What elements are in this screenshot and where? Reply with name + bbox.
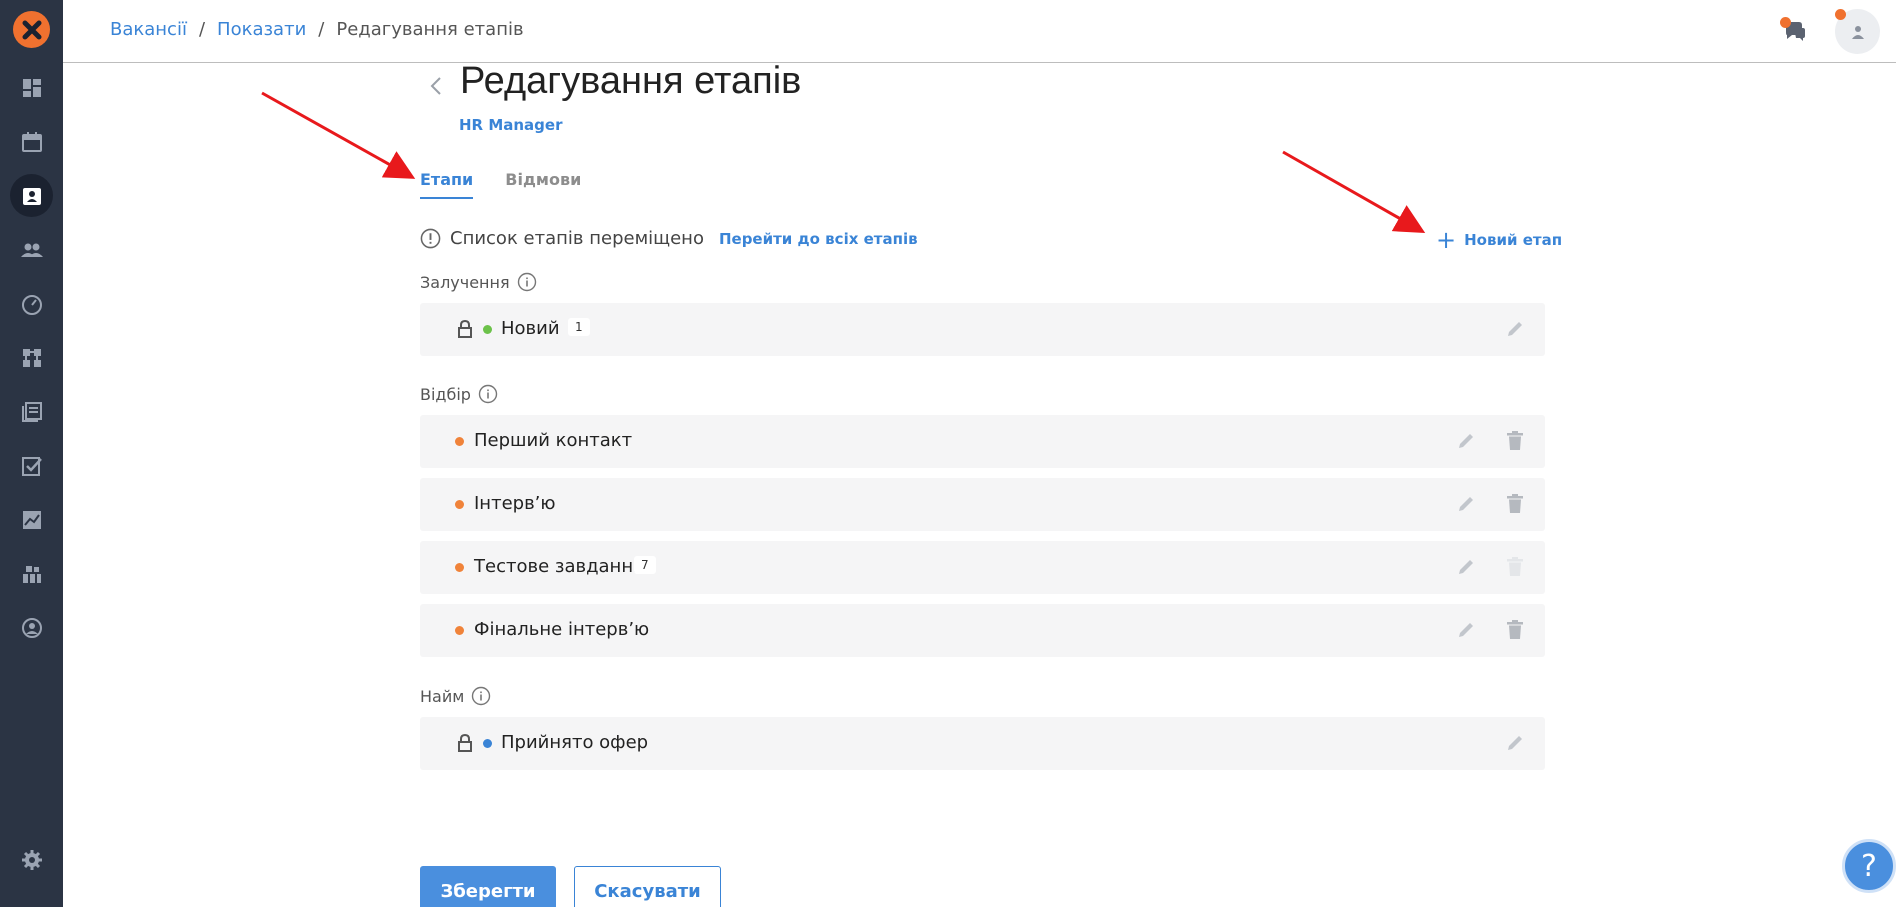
breadcrumb: Вакансії / Показати / Редагування етапів: [110, 19, 524, 40]
stage-label: Перший контакт: [474, 430, 633, 451]
calendar-icon[interactable]: [10, 120, 53, 163]
all-stages-link[interactable]: Перейти до всіх етапів: [719, 230, 918, 248]
tabs: Етапи Відмови: [420, 170, 613, 199]
info-icon[interactable]: [517, 272, 537, 292]
stage-color-dot: [455, 563, 464, 572]
app-logo[interactable]: [13, 11, 50, 48]
pencil-icon[interactable]: [1456, 494, 1476, 514]
group-label-text: Залучення: [420, 272, 510, 292]
library-icon[interactable]: [10, 390, 53, 433]
info-icon[interactable]: [471, 686, 491, 706]
dashboard-icon[interactable]: [10, 66, 53, 109]
pencil-icon[interactable]: [1456, 620, 1476, 640]
candidates-icon[interactable]: [10, 228, 53, 271]
vacancies-icon[interactable]: [10, 174, 53, 217]
stage-label: Новий: [501, 318, 560, 339]
integrations-icon[interactable]: [10, 552, 53, 595]
stage-color-dot: [483, 739, 492, 748]
chat-notification-dot: [1780, 17, 1791, 28]
breadcrumb-show[interactable]: Показати: [217, 19, 306, 40]
breadcrumb-current: Редагування етапів: [336, 19, 524, 40]
analytics-icon[interactable]: [10, 498, 53, 541]
main-content: Редагування етапів HR Manager Етапи Відм…: [0, 0, 1896, 907]
group-label-text: Відбір: [420, 384, 471, 404]
stage-color-dot: [455, 437, 464, 446]
group-label-text: Найм: [420, 686, 465, 706]
save-button[interactable]: Зберегти: [420, 866, 556, 907]
pencil-icon[interactable]: [1456, 431, 1476, 451]
group-label-selection: Відбір: [420, 384, 498, 404]
trash-icon[interactable]: [1506, 431, 1524, 451]
plus-icon: +: [1436, 226, 1457, 254]
stage-count-badge: 7: [634, 556, 656, 574]
lock-icon: [458, 733, 472, 752]
back-chevron-icon[interactable]: [425, 74, 447, 98]
exclamation-icon: [420, 228, 441, 249]
new-stage-label: Новий етап: [1464, 231, 1563, 249]
chat-icon[interactable]: [1780, 17, 1809, 45]
avatar-notification-dot: [1835, 9, 1846, 20]
stage-row-test-task[interactable]: Тестове завдання 7: [420, 541, 1545, 594]
page-subtitle[interactable]: HR Manager: [459, 116, 562, 134]
speedometer-icon[interactable]: [10, 282, 53, 325]
trash-icon[interactable]: [1506, 494, 1524, 514]
stage-label: Фінальне інтерв’ю: [474, 619, 650, 640]
breadcrumb-separator: /: [318, 19, 325, 40]
new-stage-button[interactable]: + Новий етап: [1436, 228, 1562, 252]
stage-row-interview[interactable]: Інтерв’ю: [420, 478, 1545, 531]
notice-text: Список етапів переміщено: [450, 228, 704, 249]
stage-label: Тестове завдання: [474, 556, 644, 577]
settings-icon[interactable]: [10, 838, 53, 881]
stage-label: Інтерв’ю: [474, 493, 556, 514]
sidebar: [0, 0, 63, 907]
cancel-button[interactable]: Скасувати: [574, 866, 721, 907]
annotation-arrow-new-stage: [1282, 150, 1426, 233]
trash-icon[interactable]: [1506, 620, 1524, 640]
stage-row-new[interactable]: Новий 1: [420, 303, 1545, 356]
breadcrumb-vacancies[interactable]: Вакансії: [110, 19, 187, 40]
stage-color-dot: [455, 500, 464, 509]
info-icon[interactable]: [478, 384, 498, 404]
breadcrumb-separator: /: [198, 19, 206, 40]
profile-icon[interactable]: [10, 606, 53, 649]
stage-row-offer-accepted[interactable]: Прийнято офер: [420, 717, 1545, 770]
pencil-icon[interactable]: [1505, 319, 1525, 339]
pencil-icon[interactable]: [1505, 733, 1525, 753]
user-avatar[interactable]: [1835, 9, 1880, 54]
lock-icon: [458, 319, 472, 338]
group-label-engagement: Залучення: [420, 272, 537, 292]
group-label-hire: Найм: [420, 686, 491, 706]
trash-icon-disabled: [1507, 557, 1523, 576]
logo-icon: [22, 20, 41, 39]
tab-stages[interactable]: Етапи: [420, 170, 474, 199]
stage-row-final-interview[interactable]: Фінальне інтерв’ю: [420, 604, 1545, 657]
stage-color-dot: [483, 325, 492, 334]
annotation-arrow-tabs: [261, 91, 416, 179]
stage-row-first-contact[interactable]: Перший контакт: [420, 415, 1545, 468]
stage-color-dot: [455, 626, 464, 635]
tasks-icon[interactable]: [10, 444, 53, 487]
tab-refusals[interactable]: Відмови: [505, 170, 581, 199]
top-header: Вакансії / Показати / Редагування етапів: [63, 0, 1896, 63]
moved-notice: Список етапів переміщено Перейти до всіх…: [420, 228, 918, 249]
help-icon: ?: [1861, 848, 1877, 884]
pencil-icon[interactable]: [1456, 557, 1476, 577]
stage-label: Прийнято офер: [501, 732, 649, 753]
page-title: Редагування етапів: [460, 60, 802, 102]
help-button[interactable]: ?: [1842, 839, 1896, 893]
workflow-icon[interactable]: [10, 336, 53, 379]
user-icon: [1851, 25, 1864, 39]
stage-count-badge: 1: [568, 318, 590, 336]
